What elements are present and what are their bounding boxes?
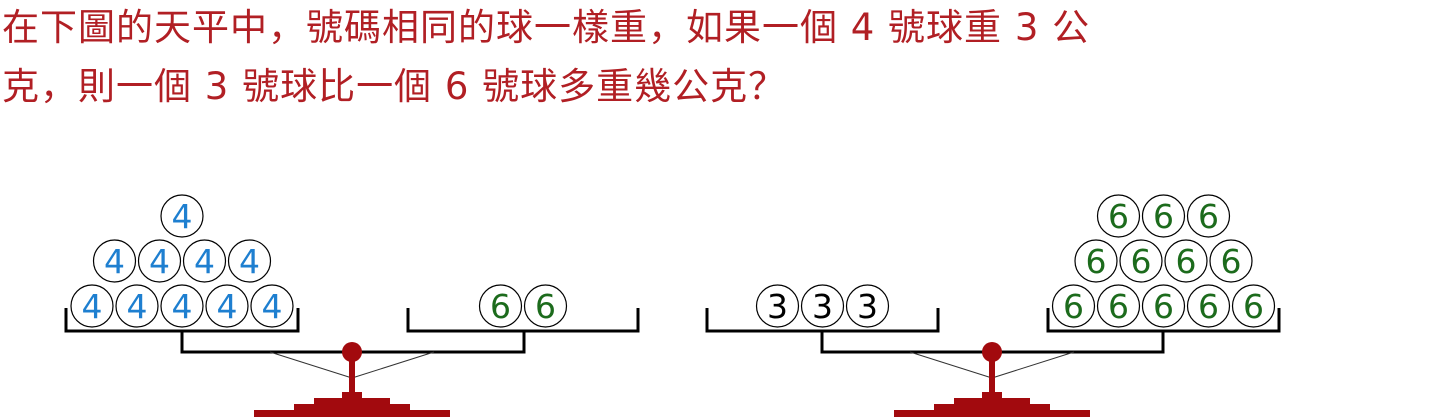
- ball-number: 4: [82, 287, 103, 326]
- scale-pivot: [982, 342, 1002, 362]
- pan-right: 66: [406, 284, 640, 333]
- ball-number: 6: [1176, 242, 1197, 281]
- balance-left: 44 4 4 44 4 4 4 4 6 6: [64, 194, 640, 417]
- ball-number: 4: [239, 242, 260, 281]
- ball-number: 4: [149, 242, 170, 281]
- ball-number: 6: [1108, 287, 1129, 326]
- ball-number: 6: [1153, 197, 1174, 236]
- ball-number: 6: [1243, 287, 1264, 326]
- ball-number: 4: [172, 197, 193, 236]
- balance-right: 3 3 36 6 66 6 6 66 6 6 6 6: [705, 194, 1281, 417]
- support-line: [351, 351, 435, 379]
- ball-number: 3: [857, 287, 878, 326]
- ball-number: 4: [127, 287, 148, 326]
- ball-number: 6: [1108, 197, 1129, 236]
- ball-number: 6: [1198, 197, 1219, 236]
- ball-number: 4: [217, 287, 238, 326]
- problem-figure: 在下圖的天平中，號碼相同的球一樣重，如果一個 4 號球重 3 公 克，則一個 3…: [0, 0, 1455, 417]
- scale-base: [894, 392, 1090, 417]
- scale-pivot: [342, 342, 362, 362]
- ball-number: 3: [767, 287, 788, 326]
- support-line: [909, 351, 993, 379]
- ball-number: 6: [1063, 287, 1084, 326]
- support-line: [991, 351, 1075, 379]
- pan-right: 6 6 66 6 6 66 6 6 6 6: [1046, 194, 1281, 333]
- ball-number: 6: [1153, 287, 1174, 326]
- support-line: [269, 351, 353, 379]
- ball-number: 3: [812, 287, 833, 326]
- pan-left: 333: [705, 284, 940, 333]
- ball-number: 6: [490, 287, 511, 326]
- ball-number: 4: [172, 287, 193, 326]
- scale-base: [254, 392, 450, 417]
- ball-number: 4: [104, 242, 125, 281]
- pan-left: 44 4 4 44 4 4 4 4: [64, 194, 300, 333]
- ball-number: 6: [1221, 242, 1242, 281]
- ball-number: 4: [194, 242, 215, 281]
- ball-number: 6: [1131, 242, 1152, 281]
- ball-number: 6: [535, 287, 556, 326]
- pan-tray-right: [406, 308, 640, 333]
- ball-number: 6: [1198, 287, 1219, 326]
- ball-number: 6: [1086, 242, 1107, 281]
- balance-scales-illustration: 44 4 4 44 4 4 4 4 6 6 3 3 36 6 66 6 6 66 6 6 6 6: [64, 194, 1281, 417]
- ball-number: 4: [262, 287, 283, 326]
